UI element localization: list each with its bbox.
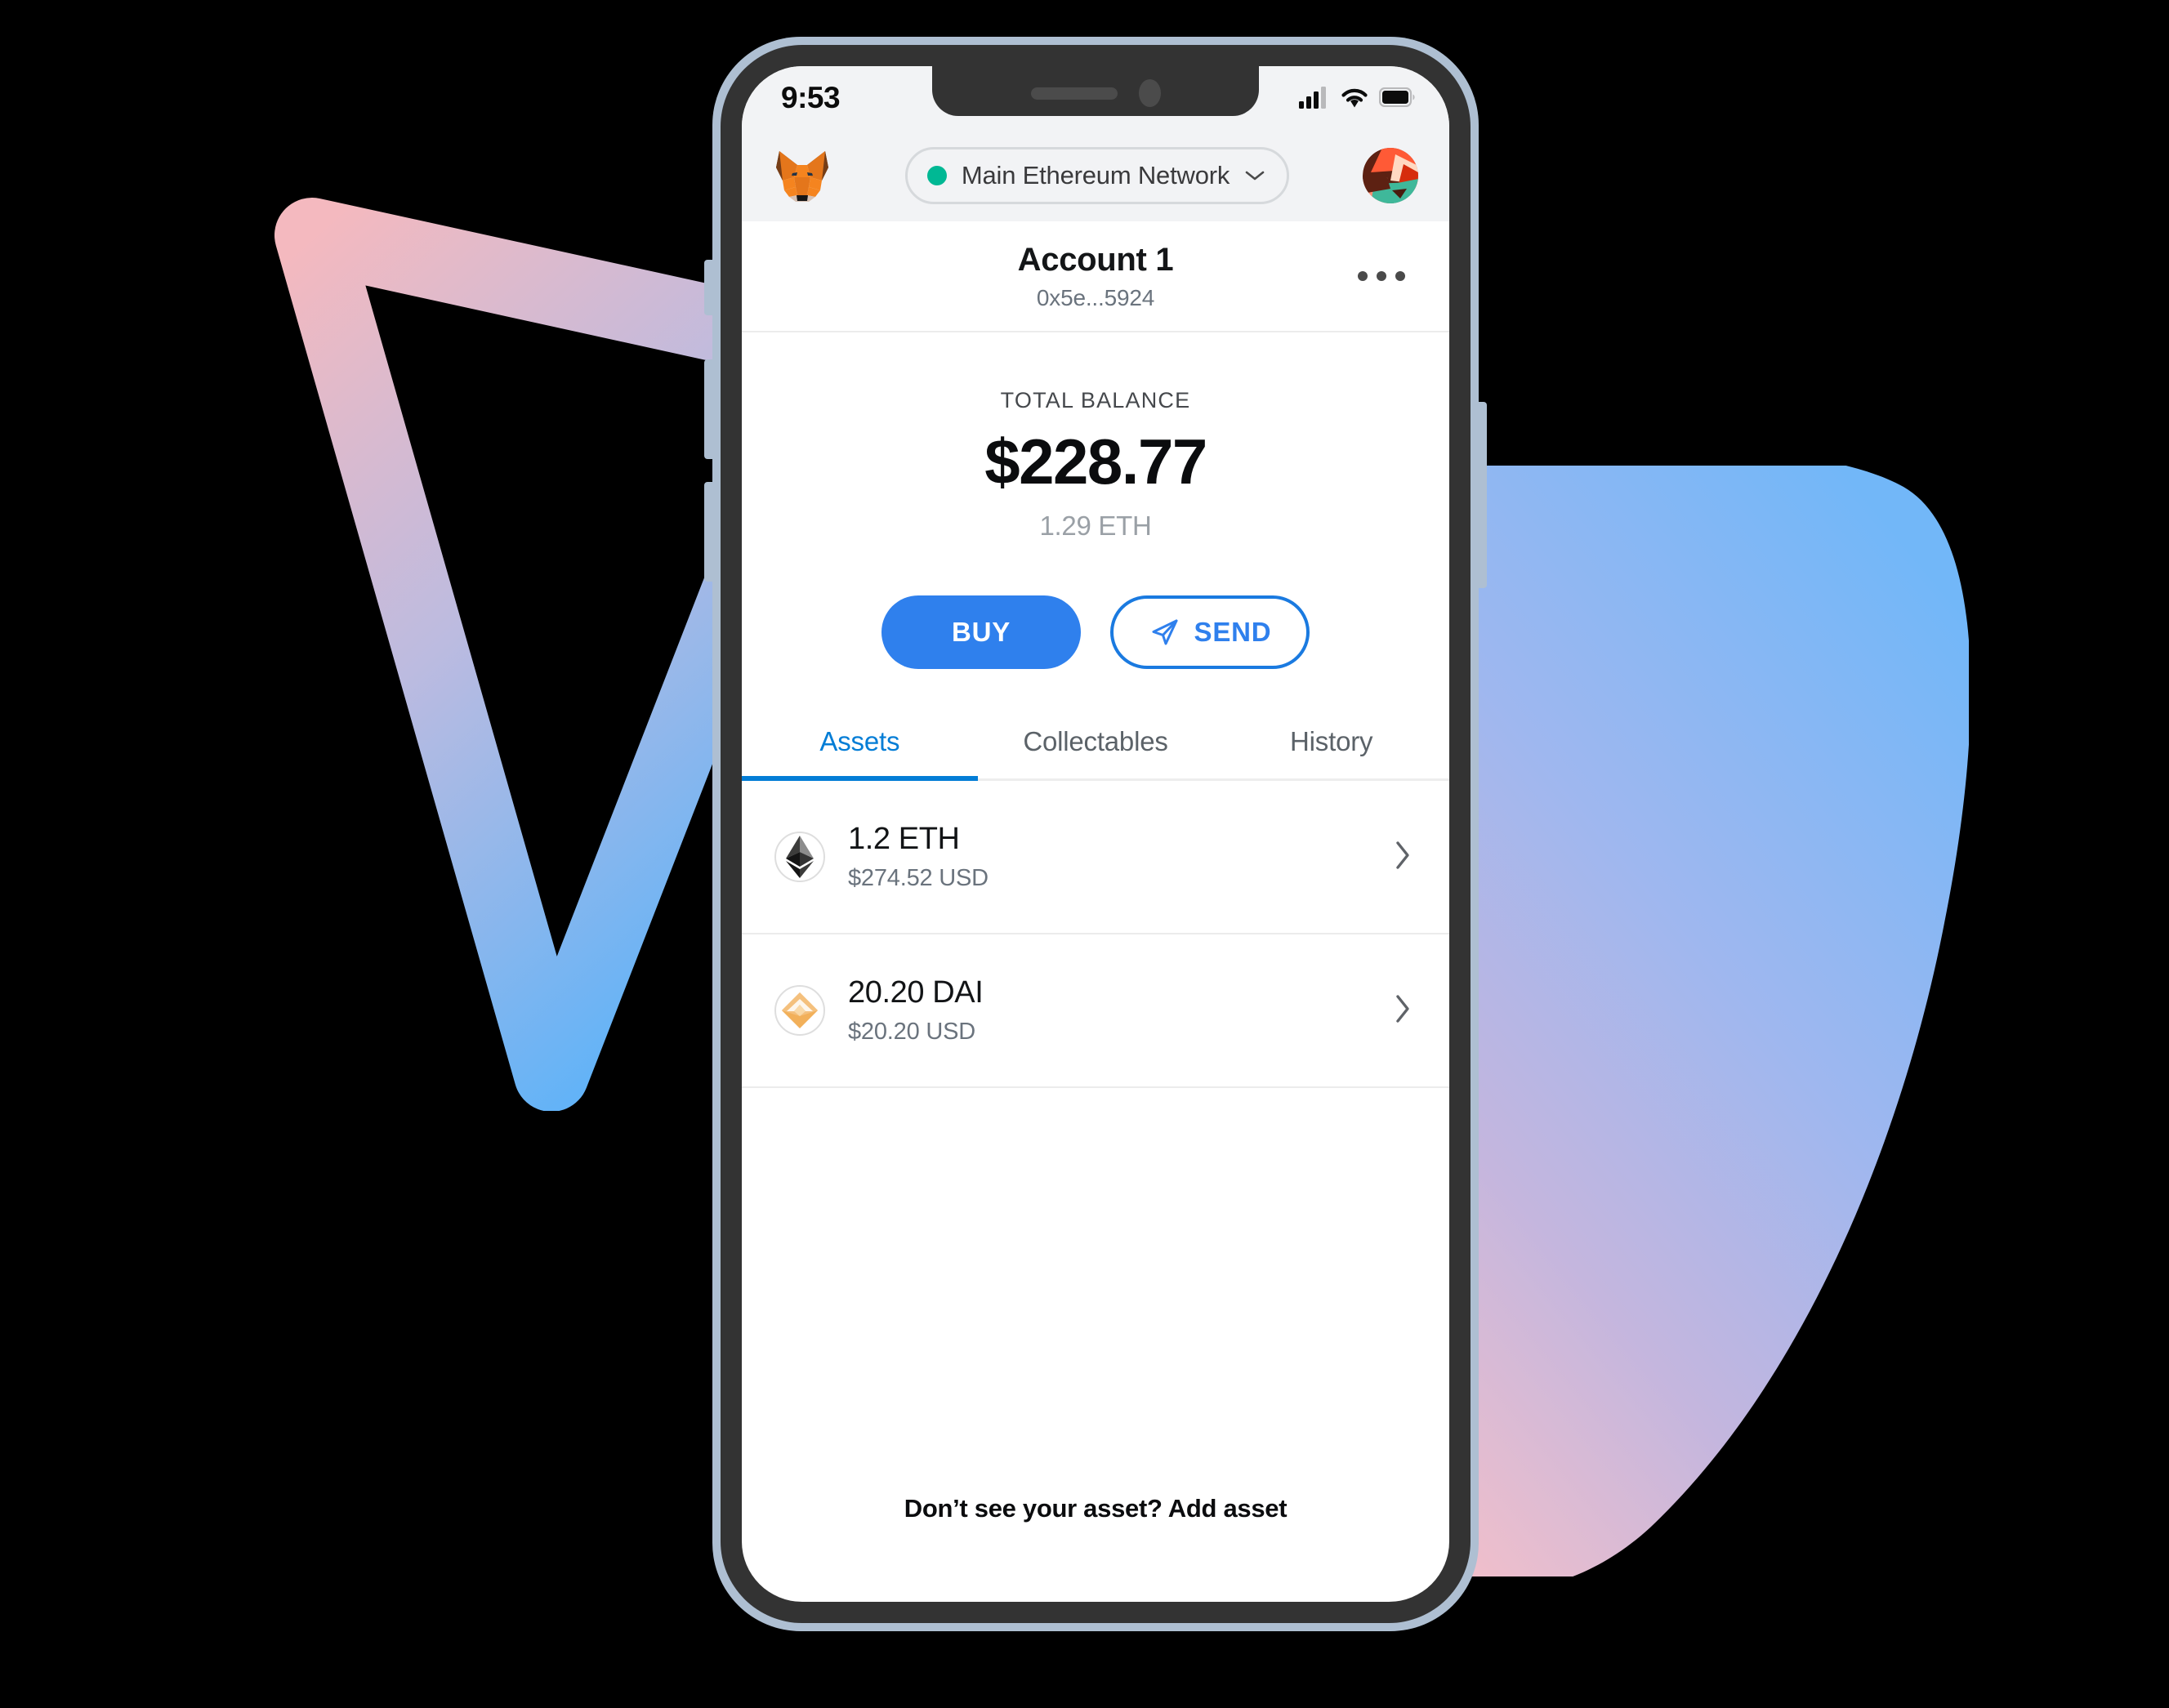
chevron-right-icon[interactable] (1394, 992, 1417, 1029)
status-bar-time: 9:53 (781, 81, 841, 114)
phone-device: 9:53 Main Ethereum Network Account 1 0x5… (712, 37, 1479, 1631)
asset-amount: 1.2 ETH (848, 822, 960, 856)
app-header: Main Ethereum Network (742, 130, 1449, 221)
total-balance-fiat: $228.77 (984, 426, 1207, 497)
silence-switch[interactable] (704, 260, 714, 315)
paper-plane-icon (1152, 619, 1178, 645)
total-balance-native: 1.29 ETH (1039, 511, 1152, 541)
add-asset-link[interactable]: Don’t see your asset? Add asset (904, 1494, 1288, 1523)
table-row[interactable]: 1.2 ETH $274.52 USD (742, 781, 1449, 934)
account-address[interactable]: 0x5e...5924 (1037, 285, 1154, 311)
buy-button[interactable]: BUY (881, 595, 1081, 669)
account-header: Account 1 0x5e...5924 (742, 221, 1449, 332)
decorative-blob-shape (1446, 466, 1969, 1576)
buy-button-label: BUY (951, 617, 1011, 647)
wifi-icon (1341, 88, 1368, 108)
tab-bar: Assets Collectables History (742, 708, 1449, 781)
page-root: 9:53 Main Ethereum Network Account 1 0x5… (0, 0, 2169, 1708)
send-button[interactable]: SEND (1110, 595, 1310, 669)
total-balance-label: TOTAL BALANCE (1000, 388, 1191, 413)
volume-up-button[interactable] (704, 359, 714, 459)
table-row[interactable]: 20.20 DAI $20.20 USD (742, 934, 1449, 1088)
notch-camera (1138, 79, 1161, 107)
dai-token-icon (774, 985, 825, 1036)
asset-info: 1.2 ETH $274.52 USD (848, 822, 1394, 892)
account-jazzicon-avatar[interactable] (1363, 148, 1418, 203)
asset-fiat-value: $20.20 USD (848, 1019, 975, 1045)
status-bar: 9:53 (742, 66, 1449, 130)
send-button-label: SEND (1194, 617, 1272, 647)
asset-fiat-value: $274.52 USD (848, 865, 989, 891)
screen-footer: Don’t see your asset? Add asset (742, 1471, 1449, 1602)
more-options-icon[interactable] (1348, 261, 1415, 291)
network-status-dot (926, 166, 947, 185)
tab-assets[interactable]: Assets (742, 708, 978, 781)
signal-bars-icon (1299, 87, 1326, 109)
asset-list: 1.2 ETH $274.52 USD 20.20 DAI $20.20 USD (742, 781, 1449, 1471)
metamask-fox-logo[interactable] (773, 148, 832, 203)
balance-section: TOTAL BALANCE $228.77 1.29 ETH (742, 332, 1449, 609)
chevron-right-icon[interactable] (1394, 839, 1417, 876)
tab-collectables[interactable]: Collectables (978, 708, 1214, 778)
asset-amount: 20.20 DAI (848, 975, 984, 1010)
status-bar-icons (1299, 86, 1415, 109)
power-button[interactable] (1477, 402, 1487, 588)
network-label: Main Ethereum Network (961, 161, 1230, 190)
volume-down-button[interactable] (704, 482, 714, 582)
network-selector[interactable]: Main Ethereum Network (904, 147, 1290, 204)
asset-info: 20.20 DAI $20.20 USD (848, 975, 1394, 1046)
notch-speaker (1030, 87, 1118, 100)
account-name: Account 1 (1017, 241, 1174, 278)
ethereum-token-icon (774, 832, 825, 882)
action-buttons: BUY SEND (742, 595, 1449, 669)
battery-full-icon (1379, 87, 1415, 107)
tab-history[interactable]: History (1213, 708, 1449, 778)
phone-notch (932, 66, 1259, 116)
phone-screen: 9:53 Main Ethereum Network Account 1 0x5… (742, 66, 1449, 1602)
chevron-down-icon (1245, 171, 1265, 181)
